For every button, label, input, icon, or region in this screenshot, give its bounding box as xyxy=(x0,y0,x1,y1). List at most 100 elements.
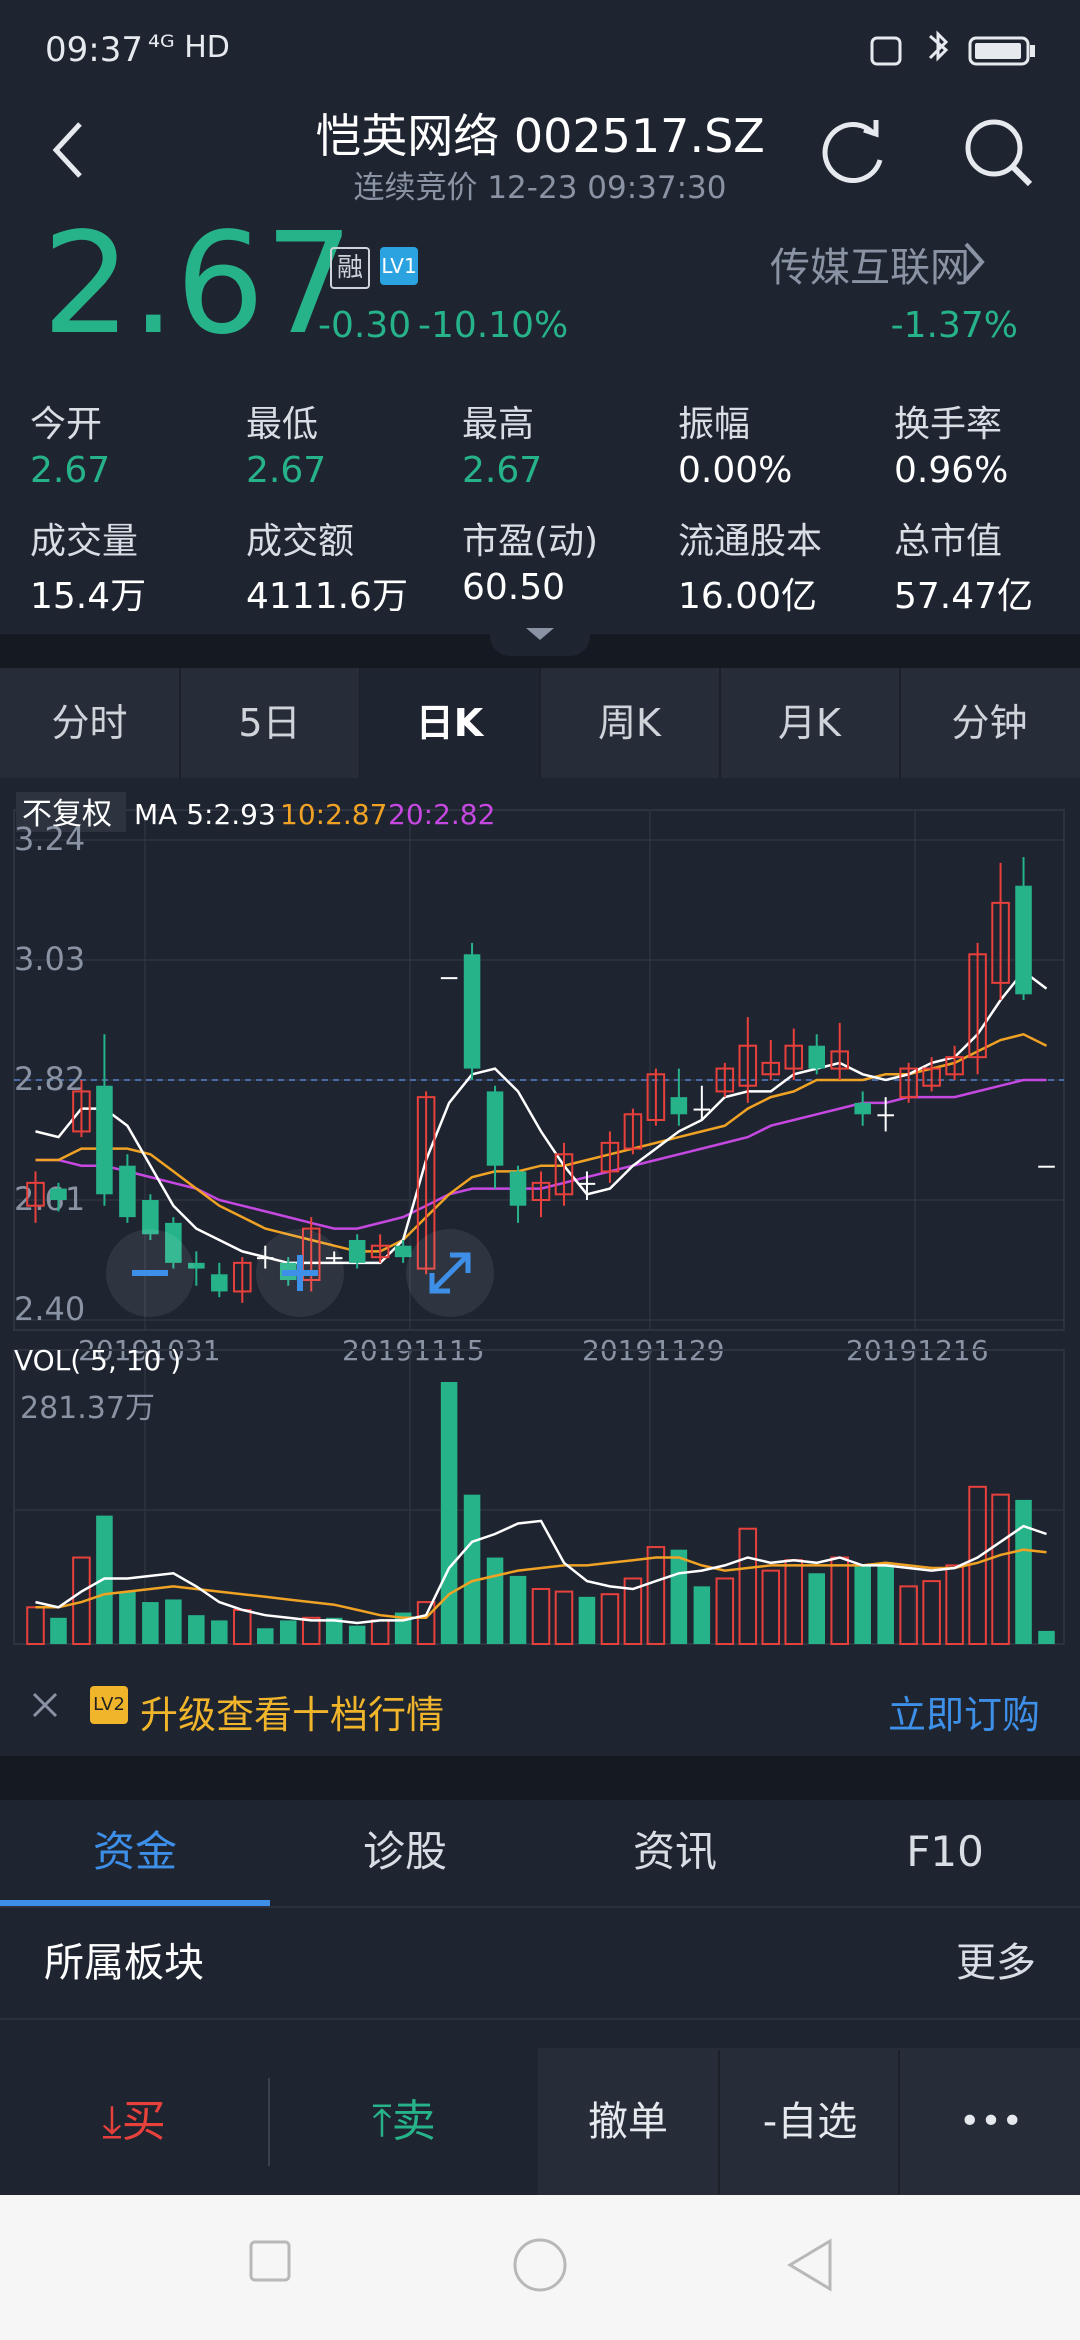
upgrade-text: 升级查看十档行情 xyxy=(140,1693,445,1737)
sell-arrow-icon: ⤒ xyxy=(372,2096,392,2147)
candle-body xyxy=(808,1045,826,1069)
volume-bar xyxy=(761,1569,781,1646)
stat-value: 4111.6万 xyxy=(246,576,408,617)
vol-ma5-line xyxy=(35,1519,1047,1625)
volume-bar xyxy=(578,1596,596,1644)
volume-bar xyxy=(348,1625,366,1644)
stat-label: 市盈(动) xyxy=(462,521,599,562)
sector-name[interactable]: 传媒互联网 xyxy=(770,235,970,293)
cancel-order-button[interactable]: 撤单 xyxy=(538,2050,718,2194)
stat-label: 流通股本 xyxy=(678,521,823,562)
expand-handle[interactable] xyxy=(490,622,590,656)
volume-bar xyxy=(808,1573,826,1644)
volume-bar xyxy=(486,1557,504,1644)
volume-bar xyxy=(211,1620,228,1644)
status-time: 09:37 xyxy=(45,30,143,70)
trade-status: 连续竞价 12-23 09:37:30 xyxy=(353,170,727,206)
upgrade-banner: LV2 升级查看十档行情 立即订购 xyxy=(0,1656,1080,1756)
stat-label: 振幅 xyxy=(678,404,751,445)
candle-body xyxy=(348,1240,366,1263)
home-icon[interactable] xyxy=(512,2237,568,2293)
more-menu-button[interactable]: ••• xyxy=(898,2050,1080,2194)
bottom-tab[interactable]: 诊股 xyxy=(270,1800,540,1904)
volume-bar xyxy=(922,1580,941,1645)
stat-value: 0.96% xyxy=(894,450,1009,491)
period-tab[interactable]: 5日 xyxy=(180,668,361,778)
stat-label: 换手率 xyxy=(894,404,1003,445)
system-nav-bar xyxy=(0,2195,1080,2340)
candle-body xyxy=(854,1102,871,1115)
candle-body xyxy=(693,1108,711,1111)
subscribe-link[interactable]: 立即订购 xyxy=(888,1684,1040,1739)
network-indicator: ⁴ᴳ HD xyxy=(148,30,230,65)
volume-bar xyxy=(370,1619,390,1645)
volume-bar xyxy=(1015,1499,1032,1644)
y-tick-label: 3.03 xyxy=(14,940,85,978)
search-icon[interactable] xyxy=(958,112,1038,192)
volume-bar xyxy=(509,1575,527,1644)
stat-value: 16.00亿 xyxy=(678,576,818,617)
header: 恺英网络 002517.SZ 连续竞价 12-23 09:37:30 xyxy=(0,100,1080,210)
stock-title: 恺英网络 002517.SZ xyxy=(315,109,765,163)
level-badge: LV1 xyxy=(380,247,418,285)
candle-body xyxy=(50,1188,67,1200)
ma5-label: MA 5:2.93 xyxy=(134,798,276,831)
ma5-line xyxy=(35,969,1048,1265)
candle-body xyxy=(578,1182,596,1185)
volume-bar xyxy=(945,1564,964,1646)
stat-value: 57.47亿 xyxy=(894,576,1034,617)
period-tab[interactable]: 日K xyxy=(360,668,541,778)
refresh-icon[interactable] xyxy=(812,112,892,192)
volume-bar xyxy=(301,1616,321,1645)
stat-value: 2.67 xyxy=(246,450,327,491)
stat-value: 60.50 xyxy=(462,567,566,608)
stat-label: 今开 xyxy=(30,404,103,445)
volume-bar xyxy=(440,1382,458,1644)
volume-bar xyxy=(554,1590,574,1645)
buy-label: 买 xyxy=(121,2096,166,2147)
margin-badge: 融 xyxy=(330,247,370,289)
price-change: -0.30 xyxy=(318,305,412,346)
volume-bar xyxy=(233,1608,252,1646)
close-icon[interactable] xyxy=(30,1690,60,1720)
period-tab[interactable]: 周K xyxy=(540,668,721,778)
period-tab[interactable]: 分钟 xyxy=(900,668,1079,778)
kline-chart[interactable]: 不复权 MA 5:2.93 10:2.87 20:2.823.243.032.822.… xyxy=(0,778,1080,1666)
volume-bar xyxy=(670,1549,688,1644)
sell-label: 卖 xyxy=(391,2096,436,2147)
back-nav-icon[interactable] xyxy=(786,2237,834,2293)
candle-body xyxy=(1015,885,1032,995)
lv2-badge: LV2 xyxy=(90,1686,128,1724)
watchlist-button[interactable]: -自选 xyxy=(718,2050,900,2194)
chevron-down-icon[interactable] xyxy=(490,622,590,656)
period-tab[interactable]: 分时 xyxy=(0,668,181,778)
price-change-pct: -10.10% xyxy=(418,305,569,346)
volume-bar xyxy=(715,1577,735,1645)
recents-icon[interactable] xyxy=(248,2239,292,2283)
bottom-tab[interactable]: 资讯 xyxy=(540,1800,810,1904)
chevron-right-icon[interactable] xyxy=(960,240,990,284)
bottom-tab[interactable]: F10 xyxy=(810,1800,1080,1904)
volume-bar xyxy=(279,1620,297,1644)
divider xyxy=(0,2018,1080,2020)
candle-body xyxy=(877,1114,894,1117)
volume-bar xyxy=(991,1493,1010,1645)
bottom-tab[interactable]: 资金 xyxy=(0,1800,270,1904)
volume-bar xyxy=(531,1587,551,1645)
volume-bar xyxy=(188,1615,205,1644)
volume-bar xyxy=(119,1591,136,1644)
buy-button[interactable]: ⤓买 xyxy=(0,2050,268,2194)
y-tick-label: 2.40 xyxy=(14,1290,85,1328)
vol-label: VOL( 5, 10 ) xyxy=(14,1344,181,1377)
sell-button[interactable]: ⤒卖 xyxy=(270,2050,538,2194)
volume-bar xyxy=(1038,1630,1055,1644)
period-tab[interactable]: 月K xyxy=(720,668,901,778)
y-tick-label: 2.61 xyxy=(14,1180,85,1218)
status-bar: 09:37 ⁴ᴳ HD xyxy=(0,0,1080,100)
more-link[interactable]: 更多 xyxy=(956,1930,1036,1988)
battery-icon xyxy=(870,30,1035,66)
period-tabs: 分时 5日 日K 周K 月K 分钟 xyxy=(0,668,1080,778)
candle-body xyxy=(1038,1165,1055,1168)
volume-bar xyxy=(26,1606,45,1646)
stat-label: 成交额 xyxy=(246,521,355,562)
